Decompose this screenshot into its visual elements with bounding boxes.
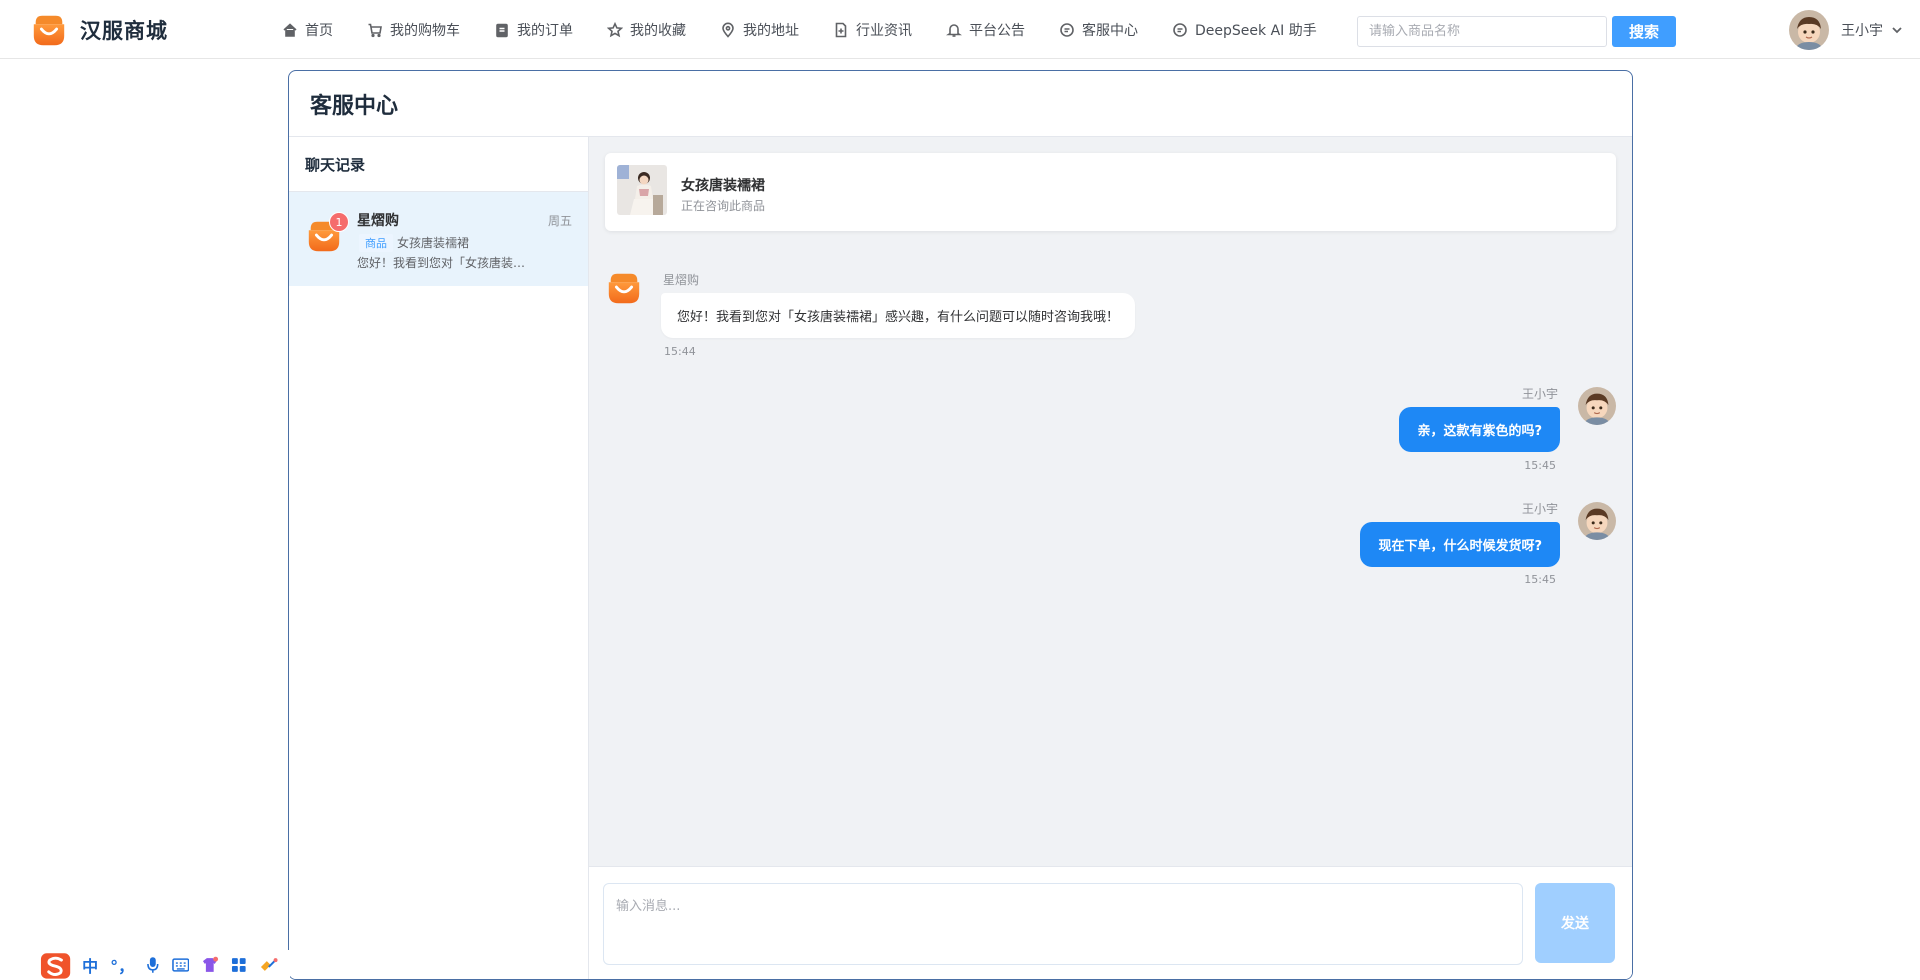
user-name: 王小宇	[1841, 23, 1883, 39]
microphone-icon[interactable]	[146, 956, 160, 974]
home-icon	[283, 22, 297, 37]
message-input[interactable]	[603, 883, 1523, 965]
user-avatar	[1578, 387, 1616, 425]
message-sender: 星熠购	[663, 273, 700, 287]
search-button[interactable]: 搜索	[1612, 16, 1676, 47]
chat-icon	[1060, 22, 1074, 37]
conversation-time: 周五	[547, 214, 572, 228]
chat-window: 女孩唐装襦裙 正在咨询此商品 星熠购 您好！我看到您对「女孩唐装襦裙」感兴趣，有…	[589, 137, 1632, 979]
conversation-name: 星熠购	[357, 213, 399, 229]
nav-cart[interactable]: 我的购物车	[367, 20, 460, 40]
message-time: 15:45	[1524, 573, 1556, 586]
chevron-down-icon	[1892, 27, 1902, 34]
conversation-product: 女孩唐装襦裙	[397, 236, 470, 250]
toolbox-grid-icon[interactable]	[231, 957, 247, 973]
send-button[interactable]: 发送	[1535, 883, 1615, 963]
sidebar-title: 聊天记录	[289, 137, 588, 192]
ime-language-toggle[interactable]: 中	[82, 953, 98, 977]
location-icon	[722, 22, 734, 38]
document-add-icon	[835, 22, 847, 37]
chat-history-sidebar: 聊天记录 1 星熠购 周五 商品 女孩唐装襦裙 您好！我看到您对「女孩唐装襦裙」…	[289, 137, 589, 979]
ime-toolbar: 中 °，	[35, 950, 290, 980]
customer-service-panel: 客服中心 聊天记录 1 星熠购 周五 商品 女孩唐装襦裙 您好！我看到您对「女孩…	[288, 70, 1633, 980]
message-sender: 王小宇	[1521, 387, 1558, 401]
tools-icon[interactable]	[259, 957, 279, 973]
main-nav: 首页 我的购物车 我的订单 我的收藏 我的地址 行业资讯 平台公告 客服中心 D…	[282, 0, 1351, 59]
nav-favorites[interactable]: 我的收藏	[607, 20, 686, 40]
product-name: 女孩唐装襦裙	[681, 178, 765, 194]
message-time: 15:45	[1524, 459, 1556, 472]
sogou-logo-icon[interactable]	[39, 951, 72, 979]
nav-customer-service[interactable]: 客服中心	[1059, 20, 1138, 40]
cart-icon	[368, 23, 382, 37]
shop-logo-icon	[30, 11, 68, 49]
nav-deepseek-assistant[interactable]: DeepSeek AI 助手	[1172, 20, 1317, 40]
nav-orders[interactable]: 我的订单	[494, 20, 573, 40]
product-card[interactable]: 女孩唐装襦裙 正在咨询此商品	[605, 153, 1616, 231]
conversation-item[interactable]: 1 星熠购 周五 商品 女孩唐装襦裙 您好！我看到您对「女孩唐装襦裙」感兴趣，有…	[289, 192, 588, 286]
message-bubble-outgoing: 亲，这款有紫色的吗?	[1399, 407, 1560, 452]
user-avatar	[1578, 502, 1616, 540]
skin-shirt-icon[interactable]	[201, 956, 219, 974]
nav-home[interactable]: 首页	[282, 20, 333, 40]
page-title: 客服中心	[289, 71, 1632, 137]
clipboard-icon	[496, 23, 508, 37]
message-bubble-incoming: 您好！我看到您对「女孩唐装襦裙」感兴趣，有什么问题可以随时咨询我哦！	[661, 293, 1136, 338]
nav-address[interactable]: 我的地址	[720, 20, 799, 40]
search-input[interactable]	[1357, 16, 1607, 47]
bell-icon	[946, 23, 962, 37]
brand-name: 汉服商城	[80, 19, 168, 43]
brand-logo[interactable]: 汉服商城	[30, 11, 168, 49]
user-menu[interactable]: 王小宇	[1789, 10, 1903, 50]
product-thumbnail	[617, 165, 667, 215]
message-composer: 发送	[589, 866, 1632, 979]
message-time: 15:44	[664, 345, 696, 358]
conversation-preview: 您好！我看到您对「女孩唐装襦裙」感兴趣，有什么问题可以随时咨询我哦！	[357, 256, 533, 270]
nav-news[interactable]: 行业资讯	[833, 20, 912, 40]
user-avatar	[1789, 10, 1829, 50]
shop-avatar-icon	[605, 269, 643, 307]
nav-announcements[interactable]: 平台公告	[946, 20, 1025, 40]
keyboard-icon[interactable]	[172, 957, 190, 973]
message-bubble-outgoing: 现在下单，什么时候发货呀?	[1360, 522, 1560, 567]
star-icon	[607, 21, 623, 37]
ime-punctuation-toggle[interactable]: °，	[110, 953, 134, 977]
message-sender: 王小宇	[1521, 502, 1558, 516]
chat-icon	[1173, 22, 1187, 37]
product-subtitle: 正在咨询此商品	[681, 199, 766, 213]
product-tag: 商品	[359, 234, 393, 252]
unread-badge: 1	[329, 212, 349, 232]
top-navbar: 汉服商城 首页 我的购物车 我的订单 我的收藏 我的地址 行业资讯 平台公告 客…	[0, 0, 1920, 59]
